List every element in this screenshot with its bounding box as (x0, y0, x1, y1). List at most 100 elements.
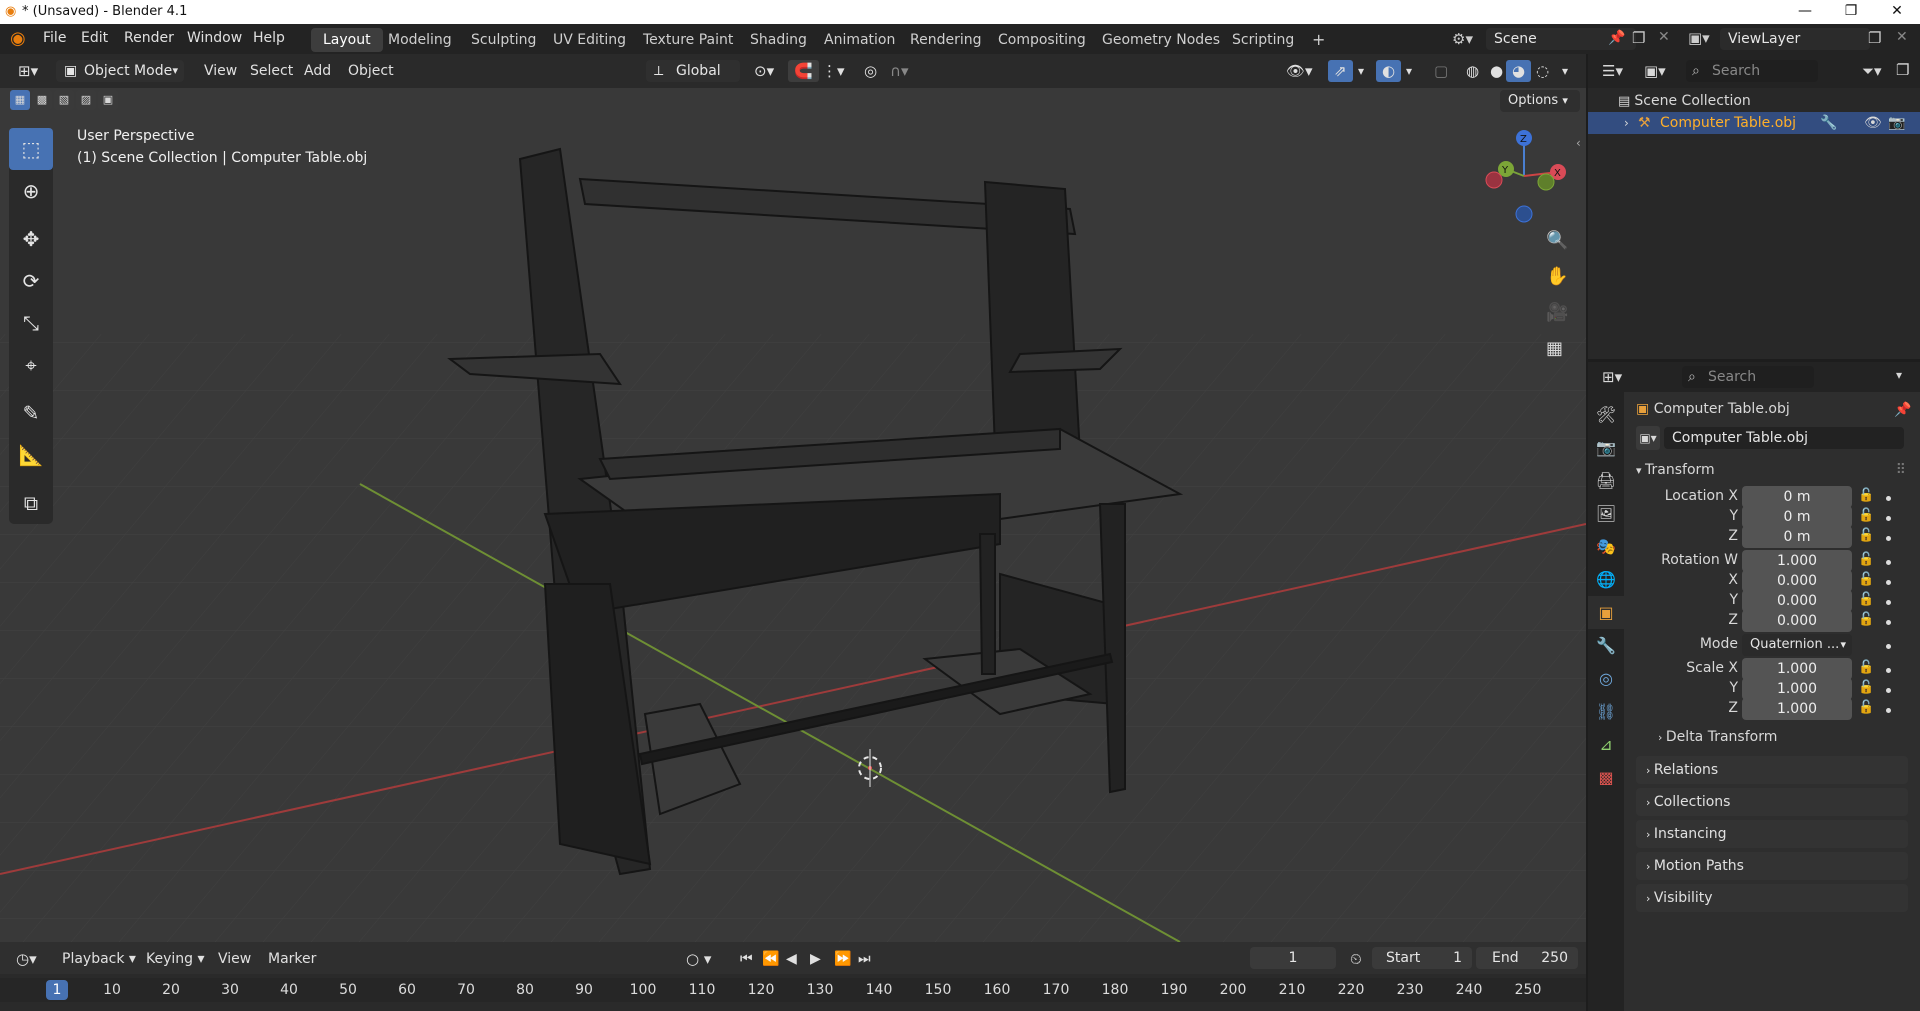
lock-icon[interactable]: 🔓 (1858, 508, 1874, 523)
drag-handle-icon[interactable]: ⠿ (1896, 456, 1906, 484)
current-frame-field[interactable]: 1 (1250, 947, 1336, 969)
shading-dropdown-icon[interactable]: ▾ (1556, 60, 1574, 82)
lock-icon[interactable]: 🔓 (1858, 572, 1874, 587)
start-frame-field[interactable]: Start 1 (1372, 947, 1472, 969)
jump-end-icon[interactable]: ⏭ (852, 948, 877, 970)
collections-panel[interactable]: › Collections (1636, 788, 1908, 816)
keying-menu[interactable]: Keying ▾ (140, 948, 211, 970)
gizmo-toggle-icon[interactable]: ⇗ (1328, 60, 1353, 82)
scale-z-field[interactable]: 1.000 (1742, 698, 1852, 720)
new-collection-icon[interactable]: ❐ (1896, 61, 1909, 79)
timeline-editor-icon[interactable]: ◷▾ (10, 948, 43, 970)
tool-tab-icon[interactable]: 🛠 (1588, 398, 1624, 431)
tab-animation[interactable]: Animation (812, 28, 907, 52)
output-tab-icon[interactable]: 🖨 (1588, 464, 1624, 497)
3d-viewport[interactable]: Z Y X ⊞▾ Object Mode ▣ ▾ View Select Add… (0, 54, 1586, 942)
tab-uv-editing[interactable]: UV Editing (541, 28, 638, 52)
object-browse-icon[interactable]: ▣▾ (1636, 426, 1660, 450)
keyframe-dot[interactable] (1886, 516, 1891, 521)
filter-icon[interactable]: ⏷▾ (1862, 62, 1882, 80)
play-icon[interactable]: ▶ (804, 948, 827, 970)
tab-compositing[interactable]: Compositing (986, 28, 1098, 52)
jump-start-icon[interactable]: ⏮ (734, 948, 759, 970)
location-y-field[interactable]: 0 m (1742, 506, 1852, 528)
motion-paths-panel[interactable]: › Motion Paths (1636, 852, 1908, 880)
visibility-panel[interactable]: › Visibility (1636, 884, 1908, 912)
select-invert-icon[interactable]: ▨ (76, 90, 96, 110)
lock-icon[interactable]: 🔓 (1858, 700, 1874, 715)
tab-rendering[interactable]: Rendering (898, 28, 994, 52)
transform-orientation-dropdown[interactable]: ⟂ Global (646, 60, 740, 82)
chevron-down-icon[interactable]: ▾ (1896, 368, 1902, 382)
lock-icon[interactable]: 🔓 (1858, 660, 1874, 675)
menu-help[interactable]: Help (253, 30, 285, 46)
snap-target-icon[interactable]: ⋮▾ (816, 60, 851, 82)
keyframe-dot[interactable] (1886, 708, 1891, 713)
zoom-icon[interactable]: 🔍 (1546, 230, 1568, 251)
lock-icon[interactable]: 🔓 (1858, 552, 1874, 567)
instancing-panel[interactable]: › Instancing (1636, 820, 1908, 848)
location-x-field[interactable]: 0 m (1742, 486, 1852, 508)
material-shading-icon[interactable]: ◕ (1506, 60, 1532, 82)
select-subtract-icon[interactable]: ▧ (54, 90, 74, 110)
scale-y-field[interactable]: 1.000 (1742, 678, 1852, 700)
lock-icon[interactable]: 🔓 (1858, 592, 1874, 607)
scale-icon[interactable]: ⤡ (9, 302, 53, 344)
object-mode-dropdown[interactable]: Object Mode ▣ ▾ (56, 60, 184, 82)
keyframe-dot[interactable] (1886, 580, 1891, 585)
pan-hand-icon[interactable]: ✋ (1546, 266, 1568, 287)
display-mode-icon[interactable]: ▣▾ (1644, 62, 1666, 80)
lock-icon[interactable]: 🔓 (1858, 488, 1874, 503)
physics-tab-icon[interactable]: ◎ (1588, 662, 1624, 695)
lock-icon[interactable]: 🔓 (1858, 612, 1874, 627)
rotation-y-field[interactable]: 0.000 (1742, 590, 1852, 612)
menu-object[interactable]: Object (342, 60, 400, 82)
tab-geometry-nodes[interactable]: Geometry Nodes (1090, 28, 1232, 52)
object-name-field[interactable]: Computer Table.obj (1664, 427, 1904, 449)
menu-render[interactable]: Render (124, 30, 174, 46)
delta-transform-subpanel[interactable]: › Delta Transform (1658, 724, 1908, 750)
view-layer-icon[interactable]: ▣▾ (1688, 29, 1710, 47)
select-box-icon[interactable]: ⬚ (9, 128, 53, 170)
scene-selector-icon[interactable]: ⚙▾ (1452, 30, 1473, 48)
chevron-right-icon[interactable]: › (1624, 112, 1629, 134)
rotation-x-field[interactable]: 0.000 (1742, 570, 1852, 592)
relations-panel[interactable]: › Relations (1636, 756, 1908, 784)
ortho-toggle-icon[interactable]: ▦ (1546, 338, 1563, 359)
editor-type-icon[interactable]: ⊞▾ (12, 60, 44, 82)
lock-icon[interactable]: 🔓 (1858, 680, 1874, 695)
modifier-tab-icon[interactable]: 🔧 (1588, 629, 1624, 662)
tab-scripting[interactable]: Scripting (1220, 28, 1306, 52)
falloff-icon[interactable]: ∩▾ (884, 60, 915, 82)
eye-icon[interactable]: 👁 (1864, 112, 1882, 134)
tab-layout[interactable]: Layout (311, 28, 383, 52)
tab-modeling[interactable]: Modeling (376, 28, 464, 52)
menu-file[interactable]: File (43, 30, 66, 46)
rotation-w-field[interactable]: 1.000 (1742, 550, 1852, 572)
close-icon[interactable]: ✕ (1874, 0, 1920, 24)
navigation-gizmo[interactable]: Z Y X (1485, 130, 1566, 223)
view-layer-field[interactable]: ViewLayer (1720, 28, 1870, 50)
keyframe-dot[interactable] (1886, 644, 1891, 649)
rendered-shading-icon[interactable]: ◌ (1530, 60, 1555, 82)
tab-shading[interactable]: Shading (738, 28, 819, 52)
preview-range-icon[interactable]: ⏲ (1344, 948, 1368, 970)
sidebar-toggle-icon[interactable]: ‹ (1576, 136, 1581, 150)
render-tab-icon[interactable]: 📷 (1588, 431, 1624, 464)
keyframe-dot[interactable] (1886, 620, 1891, 625)
play-reverse-icon[interactable]: ◀ (780, 948, 803, 970)
pin-icon[interactable]: 📌 (1608, 30, 1625, 46)
properties-search-input[interactable]: ⌕ Search (1682, 366, 1814, 388)
overlay-dropdown-icon[interactable]: ▾ (1400, 60, 1418, 82)
rotation-mode-dropdown[interactable]: Quaternion ... ▾ (1742, 634, 1852, 656)
pivot-point-icon[interactable]: ⊙▾ (748, 60, 780, 82)
playback-menu[interactable]: Playback ▾ (56, 948, 142, 970)
select-new-icon[interactable]: ▦ (10, 90, 30, 110)
data-tab-icon[interactable]: ⊿ (1588, 728, 1624, 761)
proportional-edit-icon[interactable]: ◎ (858, 60, 883, 82)
material-tab-icon[interactable]: ▩ (1588, 761, 1624, 794)
new-view-layer-icon[interactable]: ❐ (1868, 29, 1881, 47)
end-frame-field[interactable]: End 250 (1476, 947, 1578, 969)
add-cube-icon[interactable]: ⧉ (9, 482, 53, 524)
menu-view[interactable]: View (198, 60, 243, 82)
